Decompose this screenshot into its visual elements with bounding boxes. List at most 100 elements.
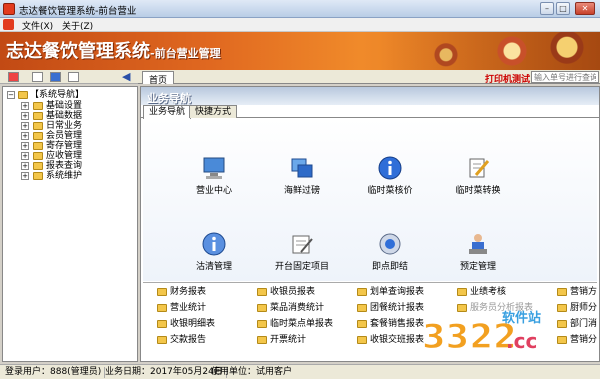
folder-icon bbox=[457, 288, 467, 296]
tree-item-label: 基础设置 bbox=[46, 101, 83, 111]
window-title: 志达餐饮管理系统-前台营业 bbox=[19, 6, 137, 17]
folder-icon bbox=[357, 304, 367, 312]
watermark-site: 软件站 bbox=[502, 310, 541, 326]
folder-icon bbox=[33, 142, 43, 150]
logout-icon[interactable] bbox=[68, 72, 79, 82]
folder-icon bbox=[18, 91, 28, 99]
expand-icon[interactable]: + bbox=[21, 122, 29, 130]
monitor-icon bbox=[203, 157, 225, 179]
tree-item-label: 报表查询 bbox=[46, 161, 83, 171]
header-banner: 志达餐饮管理系统-前台营业管理 bbox=[0, 32, 600, 70]
folder-icon bbox=[257, 320, 267, 328]
info-icon bbox=[378, 156, 402, 180]
expand-icon[interactable]: + bbox=[21, 162, 29, 170]
folder-icon bbox=[357, 288, 367, 296]
folder-icon bbox=[33, 112, 43, 120]
folder-icon bbox=[257, 304, 267, 312]
expand-icon[interactable]: + bbox=[21, 152, 29, 160]
folder-icon bbox=[157, 336, 167, 344]
nav-label: 海鲜过磅 bbox=[283, 186, 320, 196]
nav-label: 开台固定项目 bbox=[274, 262, 329, 272]
nav-reservation[interactable]: 预定管理 bbox=[443, 231, 513, 272]
document-pen-icon bbox=[469, 158, 490, 178]
tree-item-label: 会员管理 bbox=[46, 131, 83, 141]
nav-business-center[interactable]: 营业中心 bbox=[179, 155, 249, 196]
folder-icon bbox=[257, 336, 267, 344]
navigation-tree: − 【系统导航】 + 基础设置 + 基础数据 + 日常业务 + 会员管理 + 寄… bbox=[2, 86, 138, 362]
printer-icon[interactable] bbox=[32, 72, 43, 82]
title-bar: 志达餐饮管理系统-前台营业 – □ ✕ bbox=[0, 0, 600, 18]
tab-business-nav[interactable]: 业务导航 bbox=[143, 105, 192, 119]
brand-subtitle: -前台营业管理 bbox=[150, 47, 221, 60]
expand-icon[interactable]: + bbox=[21, 132, 29, 140]
tree-toolbar: ◀ bbox=[0, 70, 138, 84]
watermark-domain: .cc bbox=[506, 329, 537, 353]
help-icon[interactable] bbox=[50, 72, 61, 82]
nav-instant-settle[interactable]: 即点即结 bbox=[355, 231, 425, 272]
menu-about[interactable]: 关于(Z) bbox=[62, 19, 93, 32]
tree-root-label: 【系统导航】 bbox=[30, 90, 85, 100]
expand-icon[interactable]: + bbox=[21, 112, 29, 120]
folder-icon bbox=[33, 172, 43, 180]
status-user: 登录用户：888(管理员) bbox=[2, 367, 106, 378]
main-header-title: 业务导航 bbox=[147, 92, 191, 105]
site-watermark: 3322 软件站 .cc bbox=[421, 310, 541, 358]
folder-icon bbox=[157, 320, 167, 328]
nav-sold-out[interactable]: 沽清管理 bbox=[179, 231, 249, 272]
nav-table-fixed-items[interactable]: 开台固定项目 bbox=[267, 231, 337, 272]
tree-item-label: 寄存管理 bbox=[46, 141, 83, 151]
minimize-button[interactable]: – bbox=[540, 2, 554, 15]
main-header: 业务导航 bbox=[141, 87, 599, 105]
tree-item-label: 应收管理 bbox=[46, 151, 83, 161]
top-tab-strip: 首页 打印机测试 bbox=[138, 70, 600, 86]
sub-tab-strip: 业务导航 快捷方式 bbox=[141, 105, 599, 119]
folder-icon bbox=[33, 122, 43, 130]
folder-icon bbox=[357, 336, 367, 344]
nav-temp-dish-price[interactable]: 临时菜核价 bbox=[355, 155, 425, 196]
menu-app-icon bbox=[3, 19, 14, 30]
nav-temp-dish-convert[interactable]: 临时菜转换 bbox=[443, 155, 513, 196]
exit-icon[interactable] bbox=[8, 72, 19, 82]
menu-file[interactable]: 文件(X) bbox=[22, 19, 53, 32]
folder-icon bbox=[33, 132, 43, 140]
close-button[interactable]: ✕ bbox=[575, 2, 595, 15]
person-computer-icon bbox=[469, 234, 487, 254]
expand-icon[interactable]: + bbox=[21, 142, 29, 150]
windows-icon bbox=[291, 158, 313, 178]
folder-icon bbox=[33, 102, 43, 110]
tree-item-label: 日常业务 bbox=[46, 121, 83, 131]
brand-name: 志达餐饮管理系统 bbox=[6, 41, 150, 62]
nav-label: 即点即结 bbox=[371, 262, 408, 272]
tab-home[interactable]: 首页 bbox=[142, 71, 175, 86]
tree-item-label: 基础数据 bbox=[46, 111, 83, 121]
nav-label: 临时菜转换 bbox=[455, 186, 501, 196]
status-bar: 登录用户：888(管理员) 业务日期：2017年05月24日 使用单位：试用客户 bbox=[0, 364, 600, 379]
headset-icon bbox=[379, 233, 401, 255]
nav-label: 沽清管理 bbox=[195, 262, 232, 272]
folder-icon bbox=[557, 288, 567, 296]
nav-seafood-weighing[interactable]: 海鲜过磅 bbox=[267, 155, 337, 196]
nav-label: 营业中心 bbox=[195, 186, 232, 196]
collapse-panel-icon[interactable]: ◀ bbox=[122, 70, 130, 83]
nav-label: 临时菜核价 bbox=[367, 186, 413, 196]
brand-title: 志达餐饮管理系统-前台营业管理 bbox=[6, 37, 221, 63]
folder-icon bbox=[33, 162, 43, 170]
maximize-button[interactable]: □ bbox=[556, 2, 570, 15]
tree-item-label: 系统维护 bbox=[46, 171, 83, 181]
expand-icon[interactable]: + bbox=[21, 102, 29, 110]
folder-icon bbox=[157, 288, 167, 296]
collapse-icon[interactable]: − bbox=[7, 91, 15, 99]
folder-icon bbox=[157, 304, 167, 312]
order-search-input[interactable] bbox=[531, 71, 599, 83]
app-icon bbox=[3, 3, 15, 15]
tab-shortcuts[interactable]: 快捷方式 bbox=[189, 105, 238, 118]
notepad-icon bbox=[292, 235, 313, 254]
folder-icon bbox=[357, 320, 367, 328]
menu-bar: 文件(X) 关于(Z) bbox=[0, 18, 600, 32]
expand-icon[interactable]: + bbox=[21, 172, 29, 180]
nav-label: 预定管理 bbox=[459, 262, 496, 272]
info-icon bbox=[202, 232, 226, 256]
printer-test-link[interactable]: 打印机测试 bbox=[485, 72, 530, 85]
status-unit: 使用单位：试用客户 bbox=[211, 367, 293, 377]
folder-icon bbox=[257, 288, 267, 296]
